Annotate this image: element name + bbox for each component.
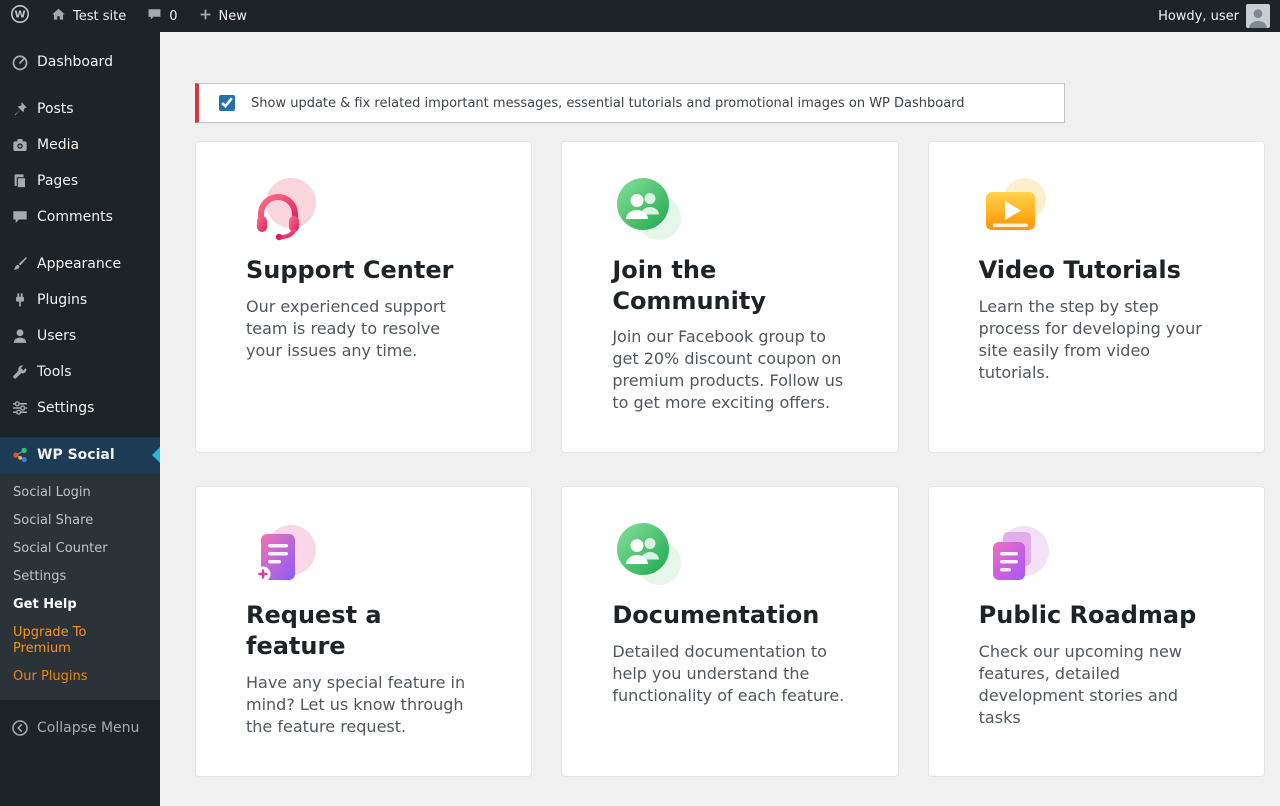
account-menu-item[interactable]: Howdy, user: [1148, 0, 1280, 32]
submenu-item-social-login[interactable]: Social Login: [0, 479, 160, 507]
wordpress-menu-item[interactable]: W: [0, 0, 40, 32]
card-documentation: Documentation Detailed documentation to …: [561, 486, 898, 776]
sidebar-item-wp-social[interactable]: WP Social: [0, 437, 160, 473]
help-cards-grid: Support Center Our experienced support t…: [195, 141, 1265, 777]
tools-icon: [10, 362, 30, 382]
dashboard-messages-notice: Show update & fix related important mess…: [195, 83, 1065, 123]
admin-sidebar: Dashboard Posts Media Pages Commen: [0, 32, 160, 806]
notice-text: Show update & fix related important mess…: [251, 96, 965, 111]
sidebar-item-label: Media: [37, 137, 79, 154]
card-request-feature: Request a feature Have any special featu…: [195, 486, 532, 776]
comments-count-item[interactable]: 0: [136, 0, 187, 32]
submenu-item-social-counter[interactable]: Social Counter: [0, 535, 160, 563]
site-name-item[interactable]: Test site: [40, 0, 136, 32]
menu-separator: [0, 426, 160, 437]
card-description: Join our Facebook group to get 20% disco…: [612, 326, 845, 414]
video-tutorials-icon: [979, 177, 1212, 241]
wp-social-icon: [10, 445, 30, 465]
pages-icon: [10, 171, 30, 191]
dashboard-icon: [10, 52, 30, 72]
menu-separator: [0, 235, 160, 246]
roadmap-icon: [979, 522, 1212, 586]
submenu-item-our-plugins[interactable]: Our Plugins: [0, 663, 160, 691]
sidebar-item-plugins[interactable]: Plugins: [0, 282, 160, 318]
sidebar-item-users[interactable]: Users: [0, 318, 160, 354]
sidebar-item-appearance[interactable]: Appearance: [0, 246, 160, 282]
sidebar-item-tools[interactable]: Tools: [0, 354, 160, 390]
sidebar-item-label: Comments: [37, 209, 113, 226]
svg-text:W: W: [14, 10, 25, 21]
show-messages-checkbox[interactable]: [219, 95, 235, 111]
sidebar-item-pages[interactable]: Pages: [0, 163, 160, 199]
sidebar-item-label: Users: [37, 328, 76, 345]
sidebar-item-label: WP Social: [37, 447, 115, 464]
collapse-menu-button[interactable]: Collapse Menu: [0, 710, 160, 746]
submenu-item-social-share[interactable]: Social Share: [0, 507, 160, 535]
collapse-arrow-icon: [10, 718, 30, 738]
submenu-item-settings[interactable]: Settings: [0, 563, 160, 591]
card-description: Detailed documentation to help you under…: [612, 641, 845, 707]
submenu-item-upgrade-to-premium[interactable]: Upgrade To Premium: [0, 619, 160, 663]
media-icon: [10, 135, 30, 155]
card-title: Public Roadmap: [979, 600, 1212, 631]
sidebar-item-dashboard[interactable]: Dashboard: [0, 44, 160, 80]
sidebar-item-label: Tools: [37, 364, 72, 381]
collapse-menu-label: Collapse Menu: [37, 720, 139, 737]
comments-icon: [10, 207, 30, 227]
card-video-tutorials: Video Tutorials Learn the step by step p…: [928, 141, 1265, 453]
main-content: Show update & fix related important mess…: [160, 32, 1280, 806]
wordpress-logo-icon: W: [10, 4, 30, 28]
menu-separator: [0, 80, 160, 91]
sidebar-item-comments[interactable]: Comments: [0, 199, 160, 235]
new-content-item[interactable]: New: [188, 0, 257, 32]
site-name-label: Test site: [73, 9, 126, 24]
users-icon: [10, 326, 30, 346]
sidebar-item-media[interactable]: Media: [0, 127, 160, 163]
card-description: Our experienced support team is ready to…: [246, 296, 479, 362]
new-label: New: [219, 9, 247, 24]
card-title: Request a feature: [246, 600, 479, 661]
sidebar-item-label: Pages: [37, 173, 78, 190]
home-icon: [50, 6, 67, 27]
sidebar-item-label: Dashboard: [37, 54, 113, 71]
posts-icon: [10, 99, 30, 119]
howdy-label: Howdy, user: [1158, 9, 1239, 24]
sidebar-item-posts[interactable]: Posts: [0, 91, 160, 127]
sidebar-item-label: Plugins: [37, 292, 87, 309]
comments-bubble-icon: [146, 6, 163, 27]
card-support-center: Support Center Our experienced support t…: [195, 141, 532, 453]
settings-icon: [10, 398, 30, 418]
support-headset-icon: [246, 177, 479, 241]
submenu-item-get-help[interactable]: Get Help: [0, 591, 160, 619]
card-description: Have any special feature in mind? Let us…: [246, 672, 479, 738]
admin-bar: W Test site 0 New Howdy, user: [0, 0, 1280, 32]
plus-icon: [198, 7, 213, 26]
card-title: Join the Community: [612, 255, 845, 316]
appearance-icon: [10, 254, 30, 274]
sidebar-item-label: Posts: [37, 101, 74, 118]
sidebar-item-label: Settings: [37, 400, 94, 417]
card-title: Documentation: [612, 600, 845, 631]
card-description: Learn the step by step process for devel…: [979, 296, 1212, 384]
card-description: Check our upcoming new features, detaile…: [979, 641, 1212, 729]
card-public-roadmap: Public Roadmap Check our upcoming new fe…: [928, 486, 1265, 776]
card-join-community: Join the Community Join our Facebook gro…: [561, 141, 898, 453]
user-avatar: [1246, 4, 1270, 28]
card-title: Support Center: [246, 255, 479, 286]
community-people-icon: [612, 177, 845, 241]
feature-request-icon: [246, 522, 479, 586]
sidebar-item-label: Appearance: [37, 256, 121, 273]
plugins-icon: [10, 290, 30, 310]
comments-count: 0: [169, 9, 177, 24]
sidebar-item-settings[interactable]: Settings: [0, 390, 160, 426]
wp-social-submenu: Social Login Social Share Social Counter…: [0, 473, 160, 700]
card-title: Video Tutorials: [979, 255, 1212, 286]
documentation-people-icon: [612, 522, 845, 586]
